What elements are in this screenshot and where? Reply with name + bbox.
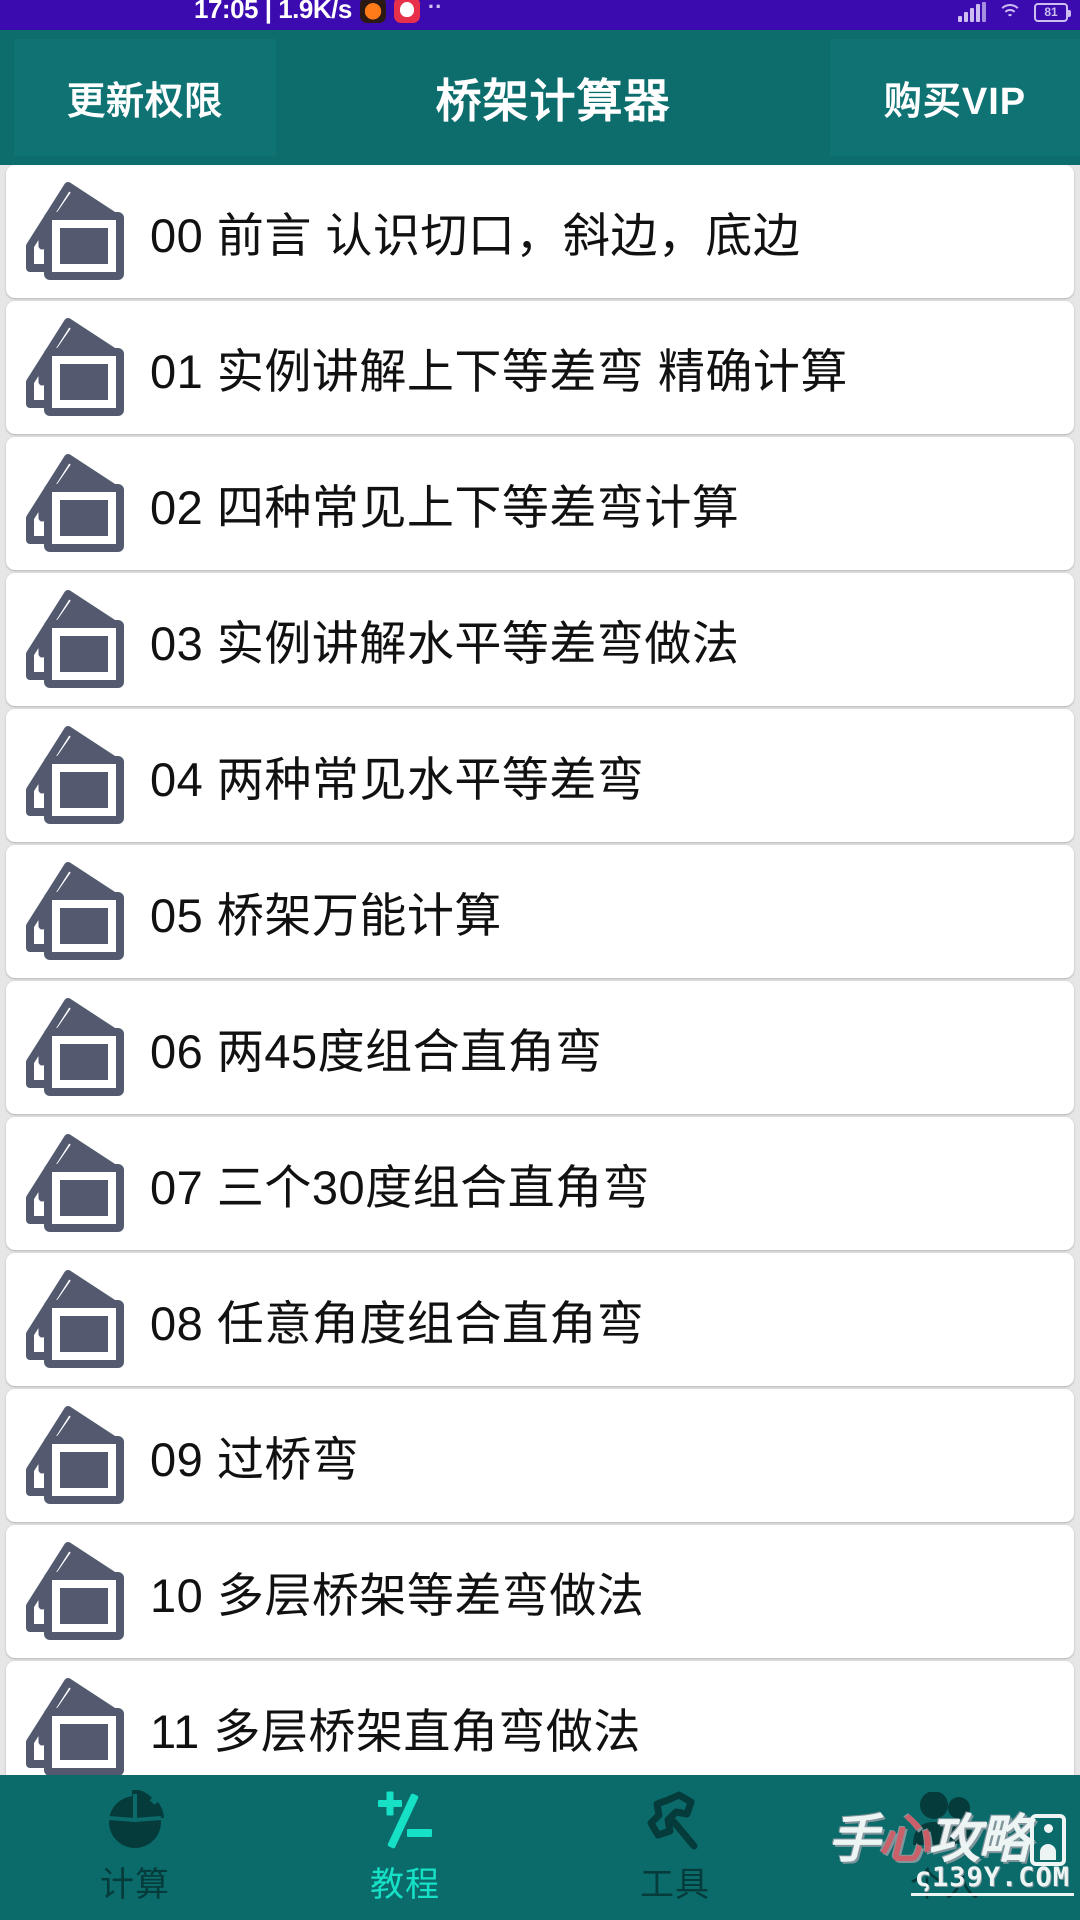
battery-percent: 81 bbox=[1044, 5, 1058, 19]
lesson-list-item[interactable]: 02 四种常见上下等差弯计算 bbox=[0, 437, 1080, 573]
cellular-signal-icon bbox=[958, 2, 986, 22]
app-red-icon bbox=[393, 0, 420, 23]
lesson-list-item[interactable]: 00 前言 认识切口，斜边，底边 bbox=[0, 165, 1080, 301]
lesson-card[interactable]: 06 两45度组合直角弯 bbox=[6, 981, 1074, 1114]
wifi-icon bbox=[997, 2, 1023, 22]
app-header-bar: 更新权限 桥架计算器 购买VIP bbox=[0, 30, 1080, 165]
photo-stack-icon bbox=[24, 996, 136, 1100]
photo-stack-icon bbox=[24, 316, 136, 420]
nav-tab-label: 个人 bbox=[910, 1866, 980, 1904]
buy-vip-button[interactable]: 购买VIP bbox=[830, 39, 1080, 156]
photo-stack-icon bbox=[24, 860, 136, 964]
status-bar-right: 81 bbox=[958, 2, 1071, 22]
nav-tab-label: 计算 bbox=[100, 1866, 170, 1904]
wrench-icon bbox=[646, 1789, 704, 1851]
lesson-title: 10 多层桥架等差弯做法 bbox=[150, 1569, 645, 1622]
photo-stack-icon bbox=[24, 1540, 136, 1644]
status-clock: 17:05 | 1.9K/s bbox=[194, 0, 352, 24]
lesson-list-item[interactable]: 03 实例讲解水平等差弯做法 bbox=[0, 573, 1080, 709]
photo-stack-icon bbox=[24, 1268, 136, 1372]
status-bar-left: 17:05 | 1.9K/s ·· bbox=[194, 0, 443, 28]
lesson-title: 00 前言 认识切口，斜边，底边 bbox=[150, 209, 801, 262]
plus-minus-icon bbox=[374, 1789, 436, 1851]
lesson-title: 05 桥架万能计算 bbox=[150, 889, 502, 942]
bottom-navigation-bar[interactable]: 计算 教程 工具 个人 bbox=[0, 1775, 1080, 1920]
lesson-list-item[interactable]: 08 任意角度组合直角弯 bbox=[0, 1253, 1080, 1389]
page-title: 桥架计算器 bbox=[435, 74, 671, 127]
lesson-card[interactable]: 07 三个30度组合直角弯 bbox=[6, 1117, 1074, 1250]
nav-tab-3[interactable]: 工具 bbox=[540, 1775, 810, 1920]
lesson-list-item[interactable]: 05 桥架万能计算 bbox=[0, 845, 1080, 981]
firefox-icon bbox=[359, 0, 386, 23]
lesson-title: 01 实例讲解上下等差弯 精确计算 bbox=[150, 345, 848, 398]
lesson-card[interactable]: 08 任意角度组合直角弯 bbox=[6, 1253, 1074, 1386]
more-dots-icon: ·· bbox=[427, 0, 443, 19]
nav-tab-label: 工具 bbox=[640, 1866, 710, 1904]
lesson-title: 09 过桥弯 bbox=[150, 1433, 360, 1486]
photo-stack-icon bbox=[24, 1132, 136, 1236]
photo-stack-icon bbox=[24, 1404, 136, 1508]
lesson-title: 02 四种常见上下等差弯计算 bbox=[150, 481, 740, 534]
photo-stack-icon bbox=[24, 180, 136, 284]
photo-stack-icon bbox=[24, 1676, 136, 1780]
lesson-list-item[interactable]: 10 多层桥架等差弯做法 bbox=[0, 1525, 1080, 1661]
lesson-title: 03 实例讲解水平等差弯做法 bbox=[150, 617, 740, 670]
people-icon bbox=[911, 1789, 979, 1851]
nav-tab-4[interactable]: 个人 bbox=[810, 1775, 1080, 1920]
lesson-list-item[interactable]: 06 两45度组合直角弯 bbox=[0, 981, 1080, 1117]
update-permission-button[interactable]: 更新权限 bbox=[14, 39, 276, 156]
photo-stack-icon bbox=[24, 588, 136, 692]
lesson-title: 07 三个30度组合直角弯 bbox=[150, 1161, 651, 1214]
nav-tab-label: 教程 bbox=[370, 1866, 440, 1904]
lesson-title: 11 多层桥架直角弯做法 bbox=[150, 1705, 641, 1758]
lesson-card[interactable]: 01 实例讲解上下等差弯 精确计算 bbox=[6, 301, 1074, 434]
lesson-list-item[interactable]: 04 两种常见水平等差弯 bbox=[0, 709, 1080, 845]
lesson-card[interactable]: 02 四种常见上下等差弯计算 bbox=[6, 437, 1074, 570]
battery-icon: 81 bbox=[1034, 2, 1071, 22]
photo-stack-icon bbox=[24, 452, 136, 556]
lesson-card[interactable]: 00 前言 认识切口，斜边，底边 bbox=[6, 165, 1074, 298]
lesson-card[interactable]: 09 过桥弯 bbox=[6, 1389, 1074, 1522]
lesson-title: 06 两45度组合直角弯 bbox=[150, 1025, 603, 1078]
lesson-list-item[interactable]: 07 三个30度组合直角弯 bbox=[0, 1117, 1080, 1253]
photo-stack-icon bbox=[24, 724, 136, 828]
lesson-card[interactable]: 05 桥架万能计算 bbox=[6, 845, 1074, 978]
lesson-list-item[interactable]: 01 实例讲解上下等差弯 精确计算 bbox=[0, 301, 1080, 437]
lesson-list-item[interactable]: 11 多层桥架直角弯做法 bbox=[0, 1661, 1080, 1785]
lesson-list[interactable]: 00 前言 认识切口，斜边，底边 01 实例讲解上下等差弯 精确计算 02 四种… bbox=[0, 165, 1080, 1785]
lesson-card[interactable]: 10 多层桥架等差弯做法 bbox=[6, 1525, 1074, 1658]
nav-tab-2[interactable]: 教程 bbox=[270, 1775, 540, 1920]
lesson-title: 04 两种常见水平等差弯 bbox=[150, 753, 645, 806]
lesson-card[interactable]: 04 两种常见水平等差弯 bbox=[6, 709, 1074, 842]
status-bar: 17:05 | 1.9K/s ·· 81 bbox=[0, 0, 1080, 30]
lesson-card[interactable]: 03 实例讲解水平等差弯做法 bbox=[6, 573, 1074, 706]
nav-tab-1[interactable]: 计算 bbox=[0, 1775, 270, 1920]
lesson-title: 08 任意角度组合直角弯 bbox=[150, 1297, 645, 1350]
lesson-list-item[interactable]: 09 过桥弯 bbox=[0, 1389, 1080, 1525]
lesson-card[interactable]: 11 多层桥架直角弯做法 bbox=[6, 1661, 1074, 1785]
pie-chart-icon bbox=[105, 1789, 165, 1851]
